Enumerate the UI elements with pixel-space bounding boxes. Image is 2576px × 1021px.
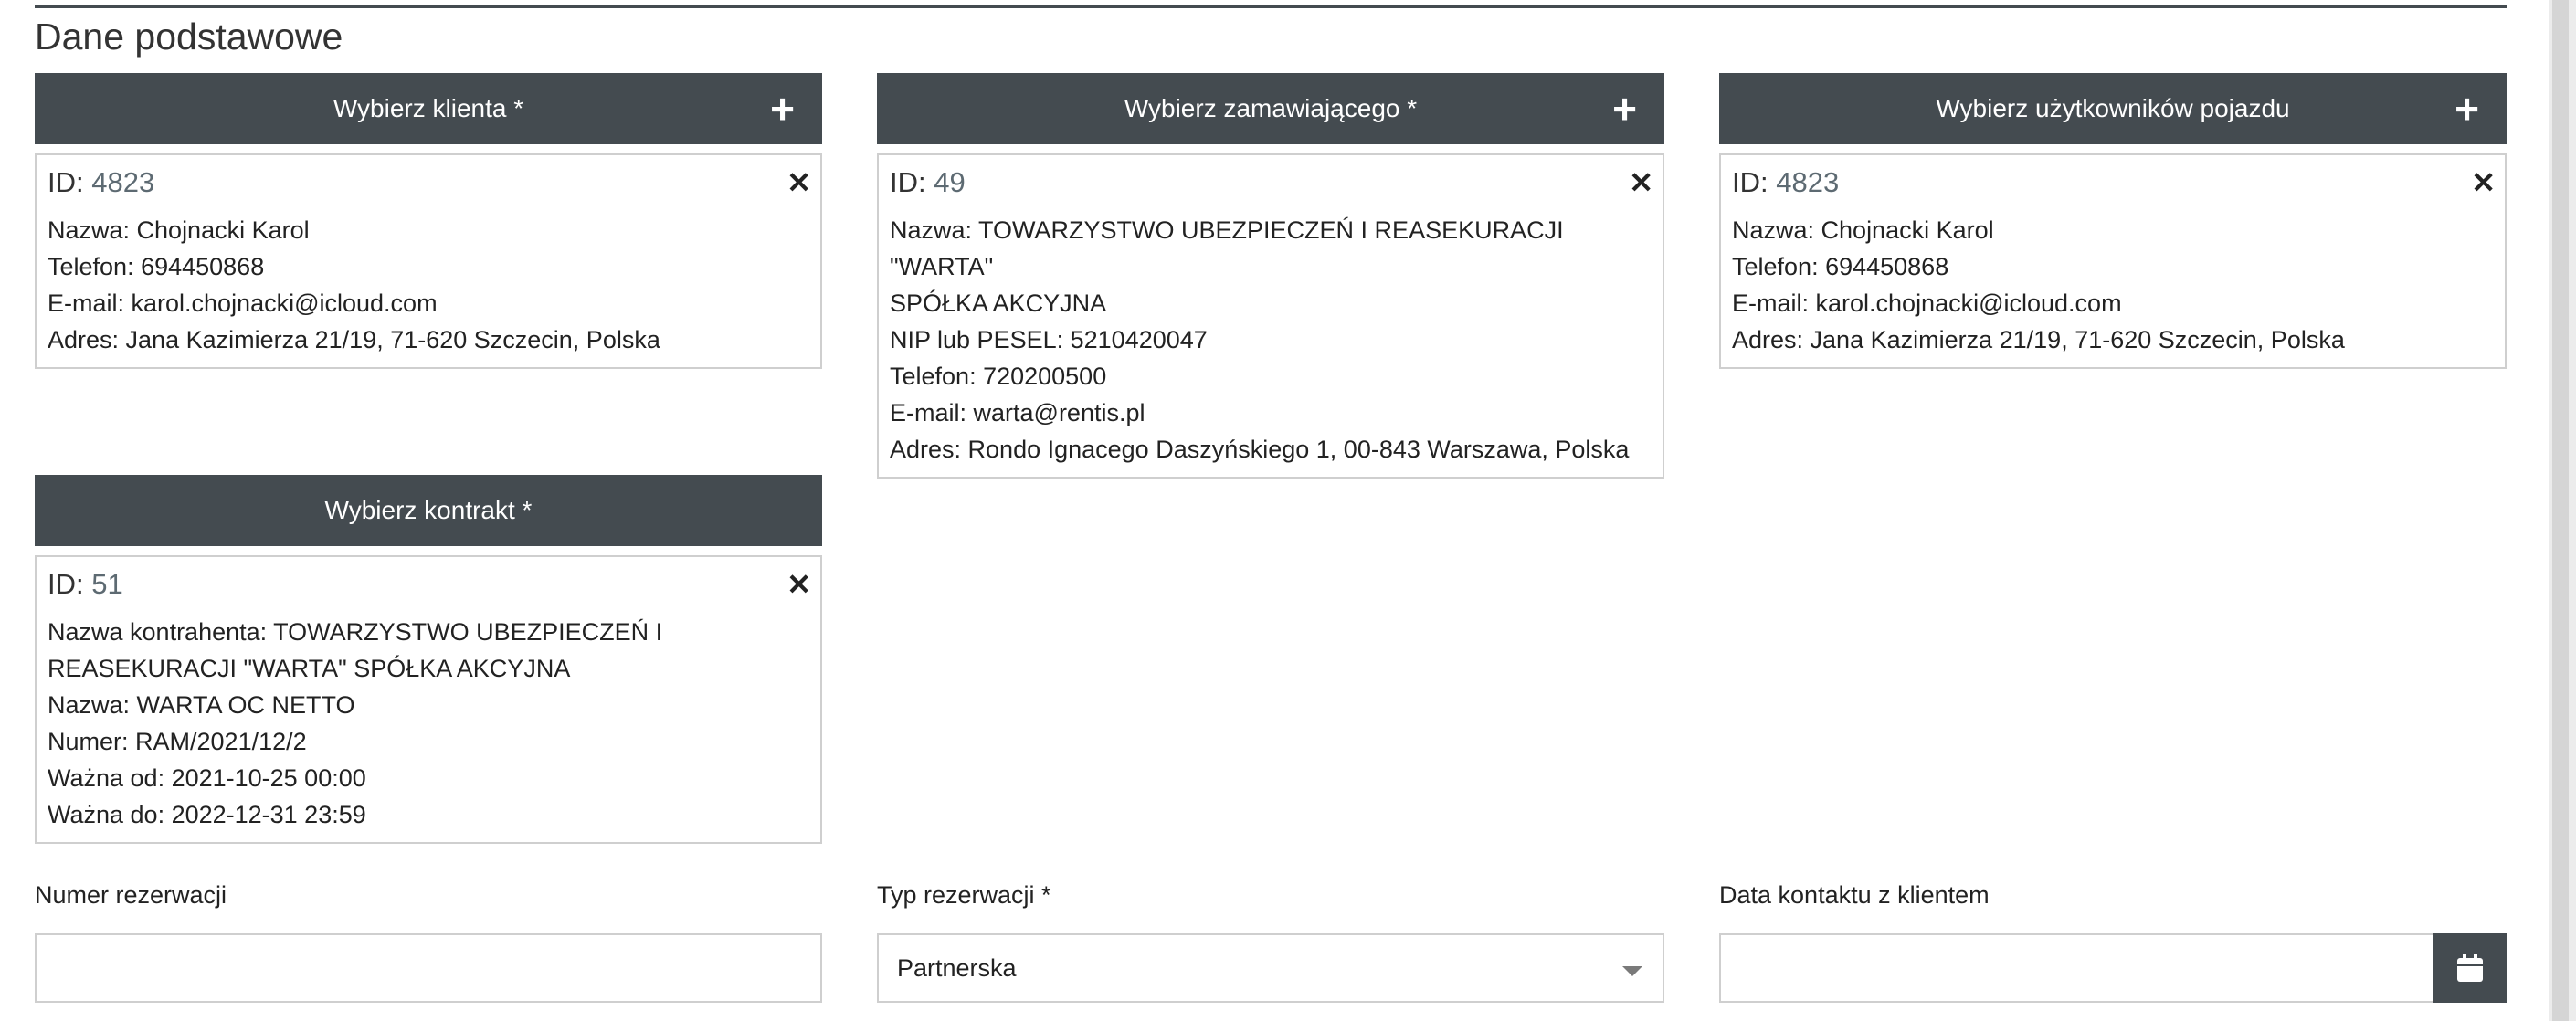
contract-id: ID: 51 [48, 568, 123, 600]
select-vehicle-users-button[interactable]: Wybierz użytkowników pojazdu + [1719, 73, 2507, 144]
reservation-number-input[interactable] [35, 933, 822, 1003]
vehicle-user-detail-line: Nazwa: Chojnacki Karol [1732, 216, 1994, 244]
client-detail-line: E-mail: karol.chojnacki@icloud.com [48, 289, 438, 317]
select-client-button[interactable]: Wybierz klienta * + [35, 73, 822, 144]
client-detail-line: Nazwa: Chojnacki Karol [48, 216, 310, 244]
scrollbar-thumb[interactable] [2552, 0, 2569, 1021]
section-title: Dane podstawowe [35, 16, 343, 58]
reservation-type-label: Typ rezerwacji * [877, 881, 1051, 909]
client-card: ID: 4823 ✕ Nazwa: Chojnacki Karol Telefo… [35, 153, 822, 369]
close-icon[interactable]: ✕ [787, 168, 811, 197]
plus-icon[interactable]: + [1612, 88, 1637, 130]
client-id: ID: 4823 [48, 166, 155, 198]
contract-detail-line: Ważna do: 2022-12-31 23:59 [48, 801, 366, 828]
reservation-type-select[interactable]: Partnerska [877, 933, 1664, 1003]
reservation-type-value: Partnerska [897, 953, 1017, 982]
contract-detail-line: Numer: RAM/2021/12/2 [48, 728, 307, 755]
plus-icon[interactable]: + [770, 88, 795, 130]
contact-date-label: Data kontaktu z klientem [1719, 881, 1990, 909]
reservation-number-field: Numer rezerwacji [35, 879, 822, 1003]
contract-card: ID: 51 ✕ Nazwa kontrahenta: TOWARZYSTWO … [35, 555, 822, 844]
calendar-icon [2457, 954, 2483, 982]
close-icon[interactable]: ✕ [787, 570, 811, 599]
vehicle-user-detail-line: Telefon: 694450868 [1732, 253, 1949, 280]
select-vehicle-users-label: Wybierz użytkowników pojazdu [1936, 94, 2290, 122]
select-contract-label: Wybierz kontrakt * [324, 496, 533, 524]
plus-icon[interactable]: + [2455, 88, 2479, 130]
vehicle-user-detail-line: Adres: Jana Kazimierza 21/19, 71-620 Szc… [1732, 326, 2345, 353]
vehicle-user-id: ID: 4823 [1732, 166, 1840, 198]
contract-panel: Wybierz kontrakt * ID: 51 ✕ Nazwa kontra… [35, 475, 822, 844]
contact-date-input[interactable] [1719, 933, 2507, 1003]
orderer-detail-line: Telefon: 720200500 [890, 363, 1107, 390]
reservation-number-label: Numer rezerwacji [35, 881, 227, 909]
calendar-button[interactable] [2433, 933, 2507, 1003]
vehicle-user-detail-line: E-mail: karol.chojnacki@icloud.com [1732, 289, 2122, 317]
select-client-label: Wybierz klienta * [333, 94, 524, 122]
orderer-panel: Wybierz zamawiającego * + ID: 49 ✕ Nazwa… [877, 73, 1664, 479]
client-panel: Wybierz klienta * + ID: 4823 ✕ Nazwa: Ch… [35, 73, 822, 369]
client-detail-line: Telefon: 694450868 [48, 253, 265, 280]
close-icon[interactable]: ✕ [1629, 168, 1653, 197]
orderer-detail-line: Nazwa: TOWARZYSTWO UBEZPIECZEŃ I REASEKU… [890, 216, 1564, 280]
contract-detail-line: Nazwa: WARTA OC NETTO [48, 691, 355, 719]
select-orderer-label: Wybierz zamawiającego * [1124, 94, 1418, 122]
contract-detail-line: Nazwa kontrahenta: TOWARZYSTWO UBEZPIECZ… [48, 618, 663, 646]
select-contract-button[interactable]: Wybierz kontrakt * [35, 475, 822, 546]
reservation-type-field: Typ rezerwacji * Partnerska [877, 879, 1664, 1003]
orderer-card: ID: 49 ✕ Nazwa: TOWARZYSTWO UBEZPIECZEŃ … [877, 153, 1664, 479]
orderer-id: ID: 49 [890, 166, 966, 198]
vehicle-users-panel: Wybierz użytkowników pojazdu + ID: 4823 … [1719, 73, 2507, 369]
chevron-down-icon[interactable] [1622, 966, 1642, 976]
client-detail-line: Adres: Jana Kazimierza 21/19, 71-620 Szc… [48, 326, 660, 353]
contact-date-field: Data kontaktu z klientem [1719, 879, 2507, 1003]
orderer-detail-line: NIP lub PESEL: 5210420047 [890, 326, 1208, 353]
orderer-detail-line: Adres: Rondo Ignacego Daszyńskiego 1, 00… [890, 436, 1630, 463]
orderer-detail-line: E-mail: warta@rentis.pl [890, 399, 1145, 426]
select-orderer-button[interactable]: Wybierz zamawiającego * + [877, 73, 1664, 144]
close-icon[interactable]: ✕ [2471, 168, 2496, 197]
section-divider [35, 5, 2507, 8]
vehicle-users-card: ID: 4823 ✕ Nazwa: Chojnacki Karol Telefo… [1719, 153, 2507, 369]
orderer-detail-line: SPÓŁKA AKCYJNA [890, 289, 1107, 317]
contract-detail-line: REASEKURACJI "WARTA" SPÓŁKA AKCYJNA [48, 655, 571, 682]
contract-detail-line: Ważna od: 2021-10-25 00:00 [48, 764, 366, 792]
